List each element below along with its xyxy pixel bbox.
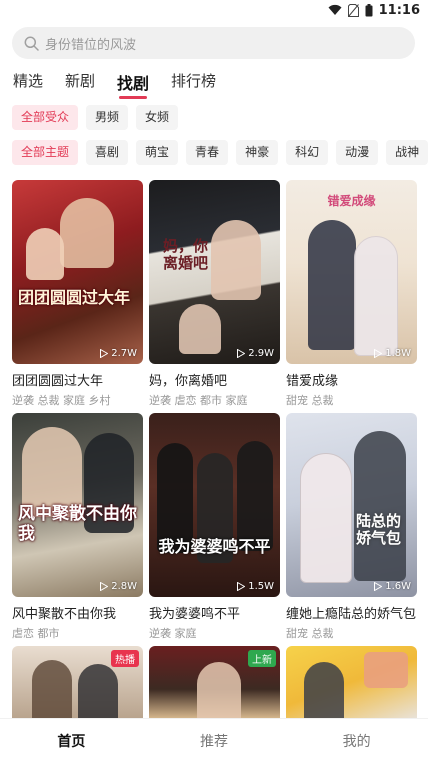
drama-poster[interactable]: 团团圆圆过大年 2.7W xyxy=(12,180,143,364)
poster-figure xyxy=(304,662,344,718)
poster-figure xyxy=(354,431,406,581)
status-time: 11:16 xyxy=(378,2,420,18)
view-count: 1.5W xyxy=(237,581,274,592)
poster-title: 错爱成缘 xyxy=(327,194,376,208)
play-icon xyxy=(100,582,109,591)
status-icons: 11:16 xyxy=(328,2,420,18)
search-placeholder: 身份错位的风波 xyxy=(45,37,137,53)
drama-title[interactable]: 错爱成缘 xyxy=(286,370,417,389)
battery-icon xyxy=(365,3,373,16)
drama-title[interactable]: 风中聚散不由你我 xyxy=(12,603,143,622)
new-badge: 上新 xyxy=(248,650,276,667)
drama-poster[interactable]: 风中聚散不由你我 2.8W xyxy=(12,413,143,597)
wifi-icon xyxy=(328,4,342,15)
poster-figure xyxy=(300,453,352,583)
tab-ranking[interactable]: 排行榜 xyxy=(171,70,216,94)
poster-figure xyxy=(26,228,64,280)
poster-title: 妈，你离婚吧 xyxy=(163,237,209,272)
drama-tags: 甜宠 总裁 xyxy=(286,627,334,640)
view-count: 2.8W xyxy=(100,581,137,592)
audience-filter-row: 全部受众 男频 女频 xyxy=(12,105,179,130)
play-icon xyxy=(374,349,383,358)
drama-card[interactable]: 团团圆圆过大年 2.7W 团团圆圆过大年 逆袭 总裁 家庭 乡村 xyxy=(12,180,143,408)
drama-tags: 逆袭 家庭 xyxy=(149,627,197,640)
drama-poster[interactable]: 上新 xyxy=(149,646,280,718)
poster-title: 我为婆婆鸣不平 xyxy=(158,537,271,556)
drama-card[interactable]: 错爱成缘 1.8W 错爱成缘 甜宠 总裁 xyxy=(286,180,417,408)
view-count: 1.6W xyxy=(374,581,411,592)
category-tabs: 精选 新剧 找剧 排行榜 xyxy=(13,70,216,99)
drama-poster[interactable]: 热播 xyxy=(12,646,143,718)
poster-figure xyxy=(354,236,398,356)
poster-title: 陆总的娇气包 xyxy=(356,512,402,547)
drama-card[interactable]: 热播 xyxy=(12,646,143,718)
play-icon xyxy=(100,349,109,358)
poster-figure xyxy=(308,220,356,350)
view-count: 1.8W xyxy=(374,348,411,359)
drama-card[interactable]: 陆总的娇气包 1.6W 缠她上瘾陆总的娇气包 甜宠 总裁 xyxy=(286,413,417,641)
filter-comedy[interactable]: 喜剧 xyxy=(86,140,129,165)
poster-title: 风中聚散不由你我 xyxy=(18,504,137,544)
filter-all-audience[interactable]: 全部受众 xyxy=(12,105,79,130)
poster-figure xyxy=(197,662,241,718)
drama-poster[interactable] xyxy=(286,646,417,718)
hot-badge: 热播 xyxy=(111,650,139,667)
filter-scifi[interactable]: 科幻 xyxy=(286,140,329,165)
status-bar: 11:16 xyxy=(0,0,428,20)
search-input[interactable]: 身份错位的风波 xyxy=(12,27,415,59)
tab-find[interactable]: 找剧 xyxy=(117,70,149,99)
drama-card[interactable]: 风中聚散不由你我 2.8W 风中聚散不由你我 虐恋 都市 xyxy=(12,413,143,641)
drama-tags: 甜宠 总裁 xyxy=(286,394,334,407)
drama-poster[interactable]: 错爱成缘 1.8W xyxy=(286,180,417,364)
filter-tycoon[interactable]: 神豪 xyxy=(236,140,279,165)
tab-new[interactable]: 新剧 xyxy=(65,70,95,94)
bottom-navigation: 首页 推荐 我的 xyxy=(0,718,428,762)
filter-cute-baby[interactable]: 萌宝 xyxy=(136,140,179,165)
nav-home[interactable]: 首页 xyxy=(21,731,121,751)
filter-all-topics[interactable]: 全部主题 xyxy=(12,140,79,165)
filter-male[interactable]: 男频 xyxy=(86,105,129,130)
filter-female[interactable]: 女频 xyxy=(136,105,179,130)
view-count: 2.9W xyxy=(237,348,274,359)
nav-recommend[interactable]: 推荐 xyxy=(164,731,264,751)
drama-poster[interactable]: 我为婆婆鸣不平 1.5W xyxy=(149,413,280,597)
filter-anime[interactable]: 动漫 xyxy=(336,140,379,165)
poster-figure xyxy=(179,304,221,354)
drama-card[interactable] xyxy=(286,646,417,718)
no-sim-icon xyxy=(347,3,359,17)
drama-title[interactable]: 缠她上瘾陆总的娇气包 xyxy=(286,603,417,622)
play-icon xyxy=(237,349,246,358)
nav-profile[interactable]: 我的 xyxy=(307,731,407,751)
drama-title[interactable]: 妈，你离婚吧 xyxy=(149,370,280,389)
poster-figure xyxy=(78,664,118,718)
play-icon xyxy=(374,582,383,591)
drama-title[interactable]: 我为婆婆鸣不平 xyxy=(149,603,280,622)
poster-figure xyxy=(60,198,114,268)
poster-figure xyxy=(211,220,261,300)
filter-war-god[interactable]: 战神 xyxy=(386,140,428,165)
search-icon xyxy=(24,36,39,51)
drama-title[interactable]: 团团圆圆过大年 xyxy=(12,370,143,389)
play-icon xyxy=(237,582,246,591)
topic-filter-row: 全部主题 喜剧 萌宝 青春 神豪 科幻 动漫 战神 甜宠 xyxy=(12,140,428,165)
drama-tags: 逆袭 总裁 家庭 乡村 xyxy=(12,394,111,407)
tab-featured[interactable]: 精选 xyxy=(13,70,43,94)
drama-card[interactable]: 我为婆婆鸣不平 1.5W 我为婆婆鸣不平 逆袭 家庭 xyxy=(149,413,280,641)
drama-tags: 逆袭 虐恋 都市 家庭 xyxy=(149,394,248,407)
poster-title: 团团圆圆过大年 xyxy=(18,288,131,307)
poster-figure xyxy=(364,652,408,688)
drama-card[interactable]: 上新 xyxy=(149,646,280,718)
drama-tags: 虐恋 都市 xyxy=(12,627,60,640)
drama-poster[interactable]: 陆总的娇气包 1.6W xyxy=(286,413,417,597)
view-count: 2.7W xyxy=(100,348,137,359)
drama-card[interactable]: 妈，你离婚吧 2.9W 妈，你离婚吧 逆袭 虐恋 都市 家庭 xyxy=(149,180,280,408)
poster-figure xyxy=(32,660,72,718)
filter-youth[interactable]: 青春 xyxy=(186,140,229,165)
drama-poster[interactable]: 妈，你离婚吧 2.9W xyxy=(149,180,280,364)
